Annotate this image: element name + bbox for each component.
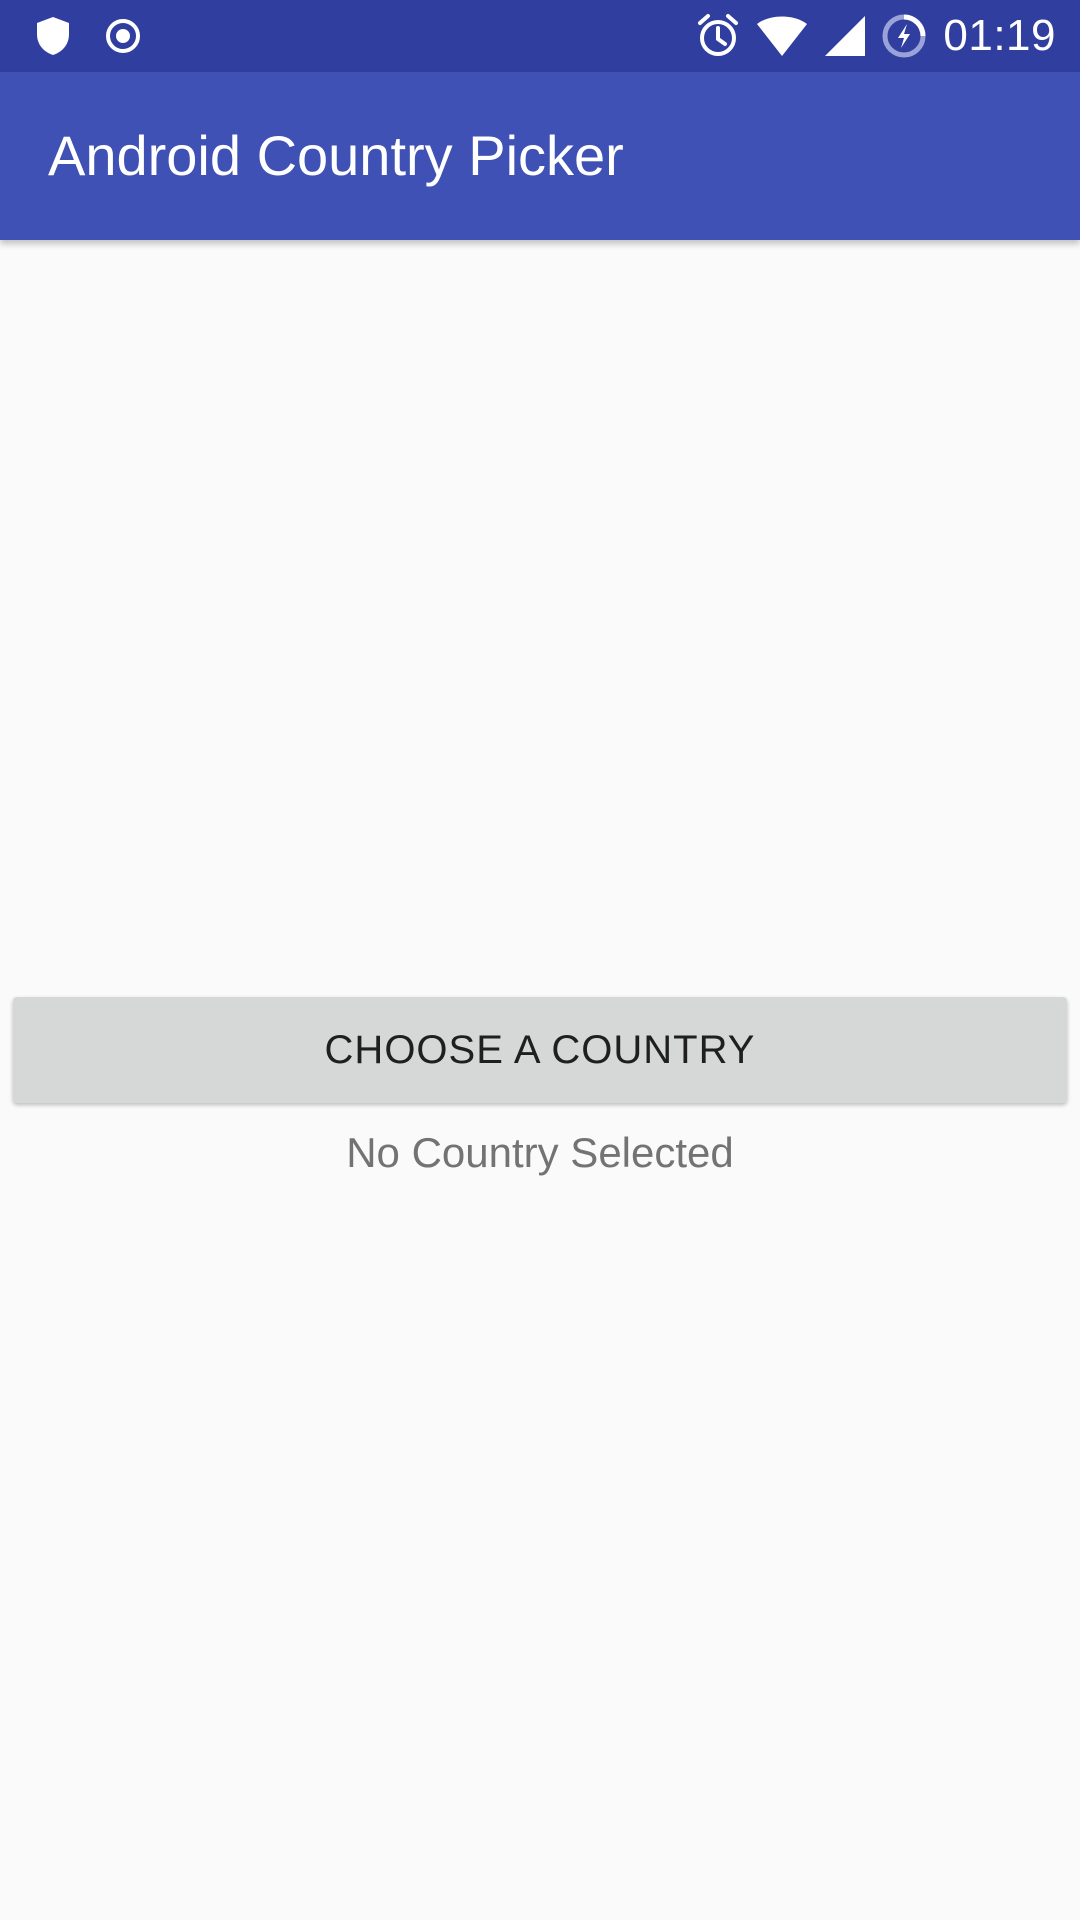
- record-icon: [106, 19, 140, 53]
- cell-signal-icon: [825, 16, 866, 56]
- status-time: 01:19: [943, 11, 1056, 60]
- status-left-icons: [34, 14, 142, 58]
- status-bar: 01:19: [0, 0, 1080, 72]
- shield-icon: [37, 17, 69, 55]
- status-right-icons: 01:19: [695, 10, 1056, 62]
- choose-country-button[interactable]: CHOOSE A COUNTRY: [13, 997, 1067, 1103]
- main-content: CHOOSE A COUNTRY No Country Selected: [0, 240, 1080, 1920]
- selected-country-label: No Country Selected: [346, 1129, 734, 1176]
- alarm-icon: [698, 14, 739, 56]
- battery-charging-icon: [882, 14, 926, 58]
- app-bar: Android Country Picker: [0, 72, 1080, 240]
- app-title: Android Country Picker: [48, 124, 624, 187]
- screen: 01:19 Android Country Picker CHOOSE A CO…: [0, 0, 1080, 1920]
- wifi-icon: [757, 16, 808, 56]
